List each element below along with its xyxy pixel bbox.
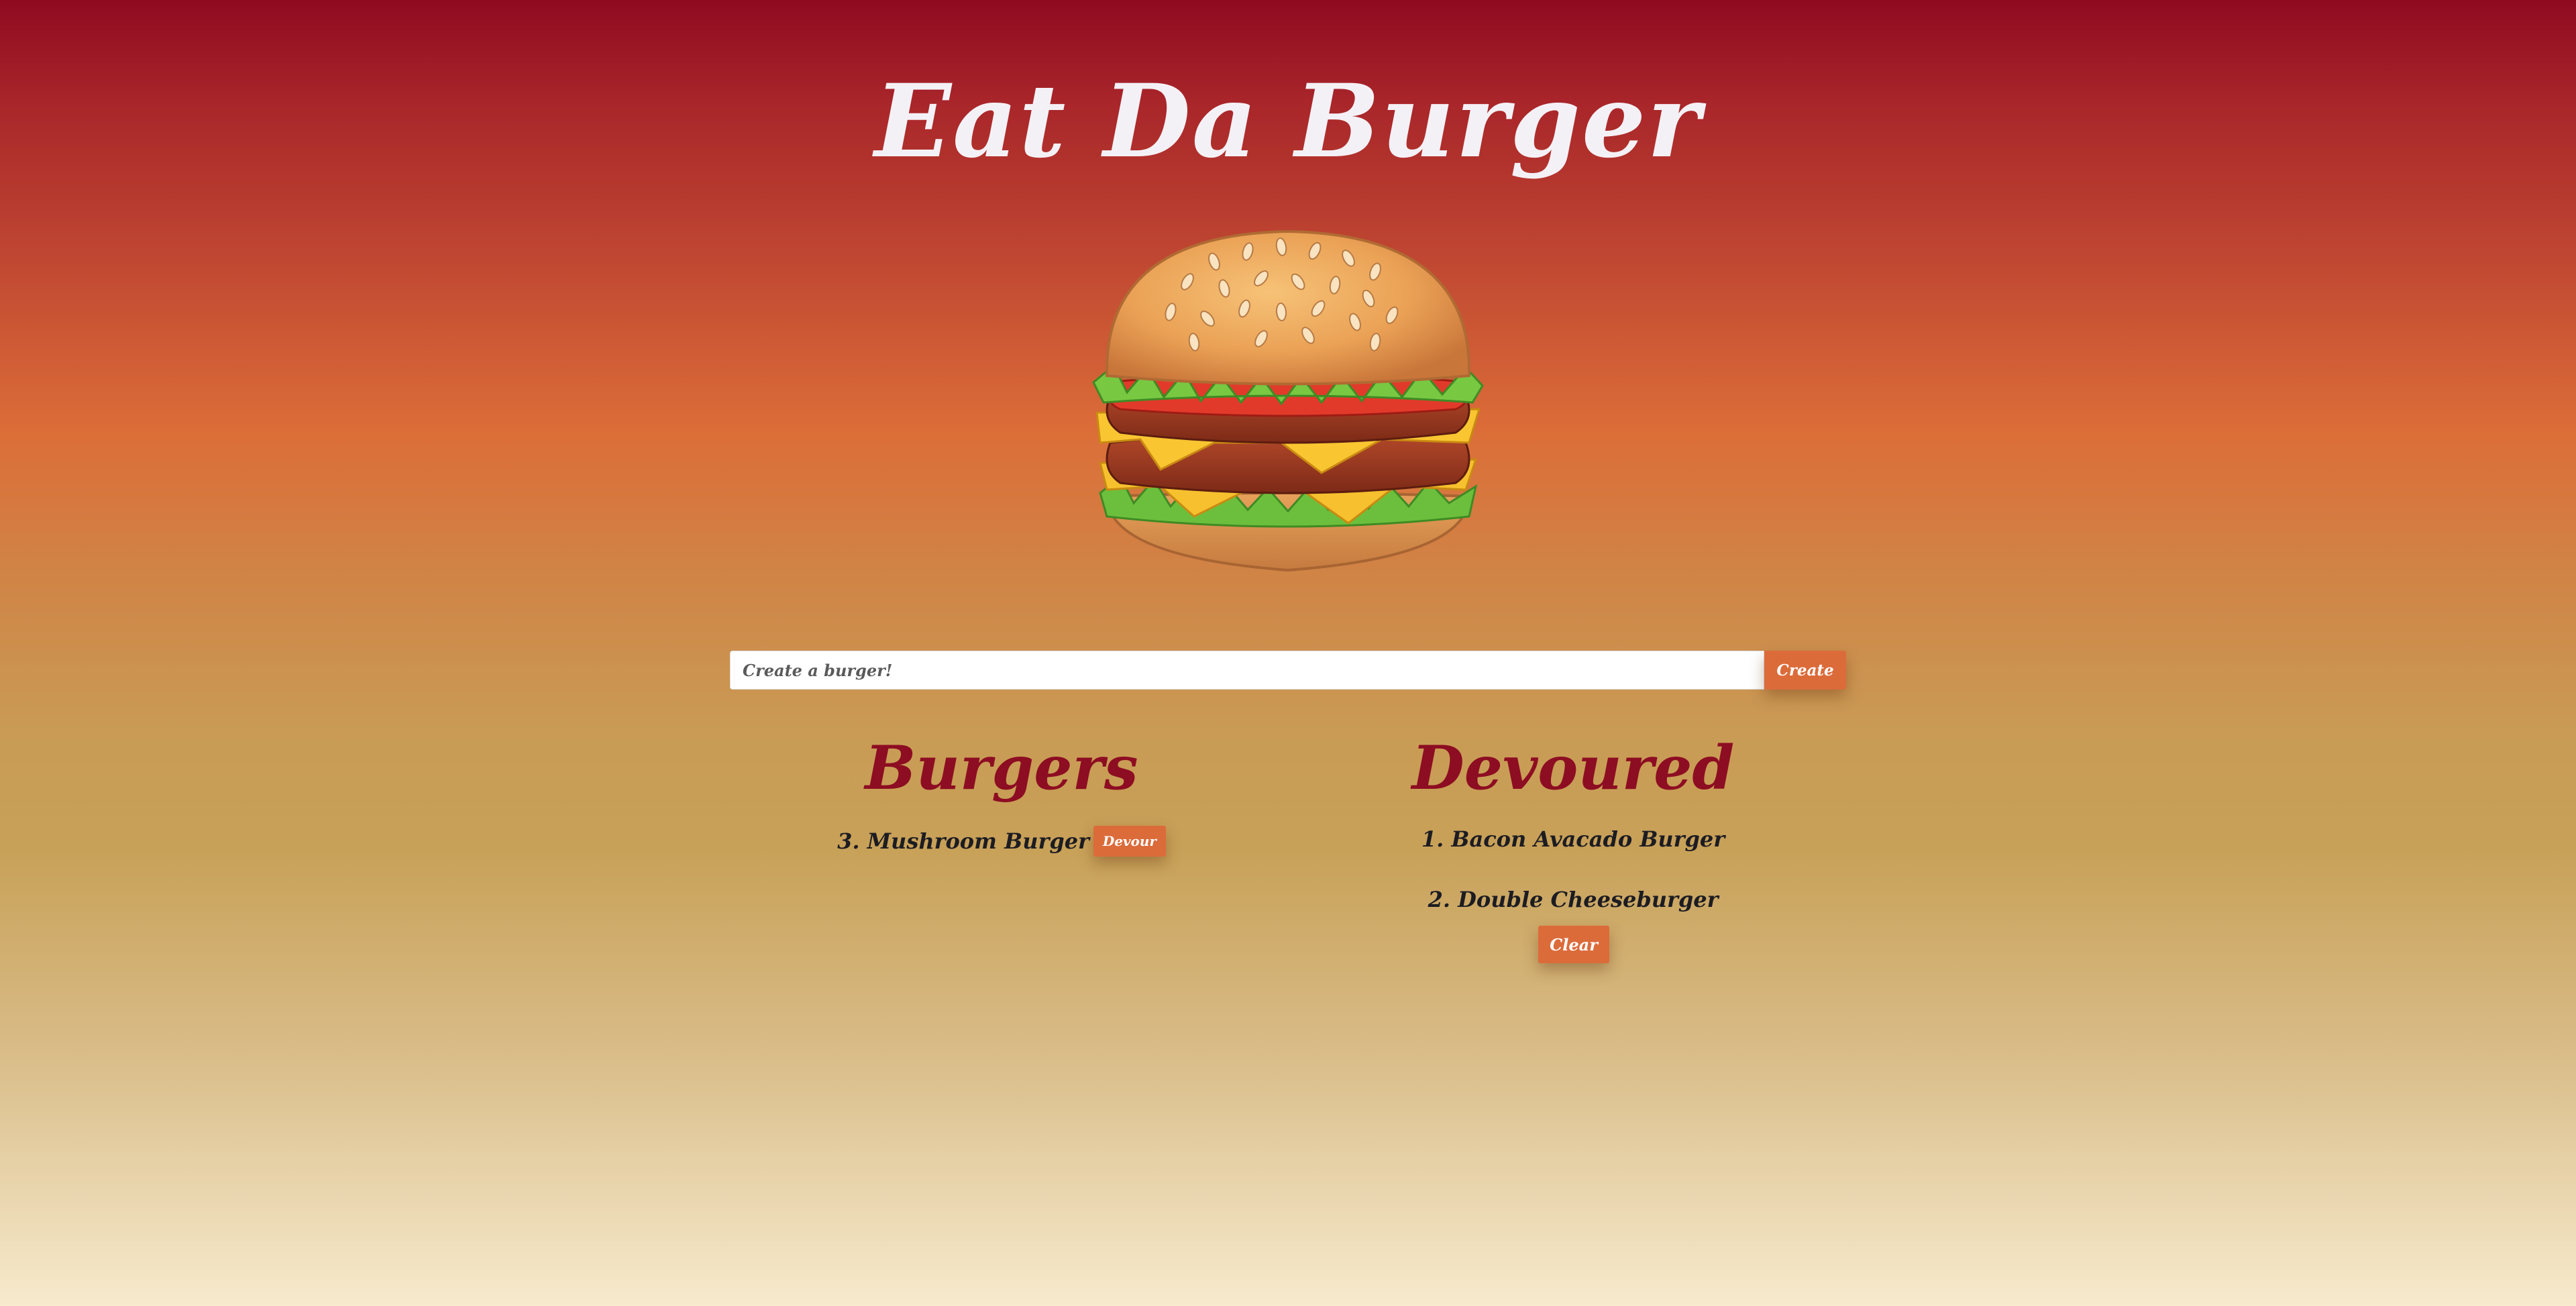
devour-button[interactable]: Devour — [1093, 825, 1166, 857]
burger-name: 2. Double Cheeseburger — [1428, 887, 1719, 912]
burger-illustration — [1092, 229, 1484, 572]
list-item: 3. Mushroom Burger Devour — [794, 825, 1210, 859]
list-item: 1. Bacon Avacado Burger — [1365, 824, 1781, 855]
burgers-column: Burgers 3. Mushroom Burger Devour — [794, 731, 1210, 857]
clear-button[interactable]: Clear — [1538, 926, 1609, 963]
create-burger-form: Create — [730, 651, 1847, 690]
devoured-column: Devoured 1. Bacon Avacado Burger 2. Doub… — [1365, 731, 1781, 963]
page-title: Eat Da Burger — [874, 62, 1702, 180]
create-button[interactable]: Create — [1764, 651, 1846, 690]
burger-name-input[interactable] — [730, 651, 1764, 690]
devoured-heading: Devoured — [1411, 732, 1735, 804]
burger-name: 3. Mushroom Burger — [837, 828, 1089, 854]
burgers-heading: Burgers — [865, 732, 1138, 804]
list-item: 2. Double Cheeseburger — [1365, 884, 1781, 915]
burger-name: 1. Bacon Avacado Burger — [1421, 826, 1725, 852]
